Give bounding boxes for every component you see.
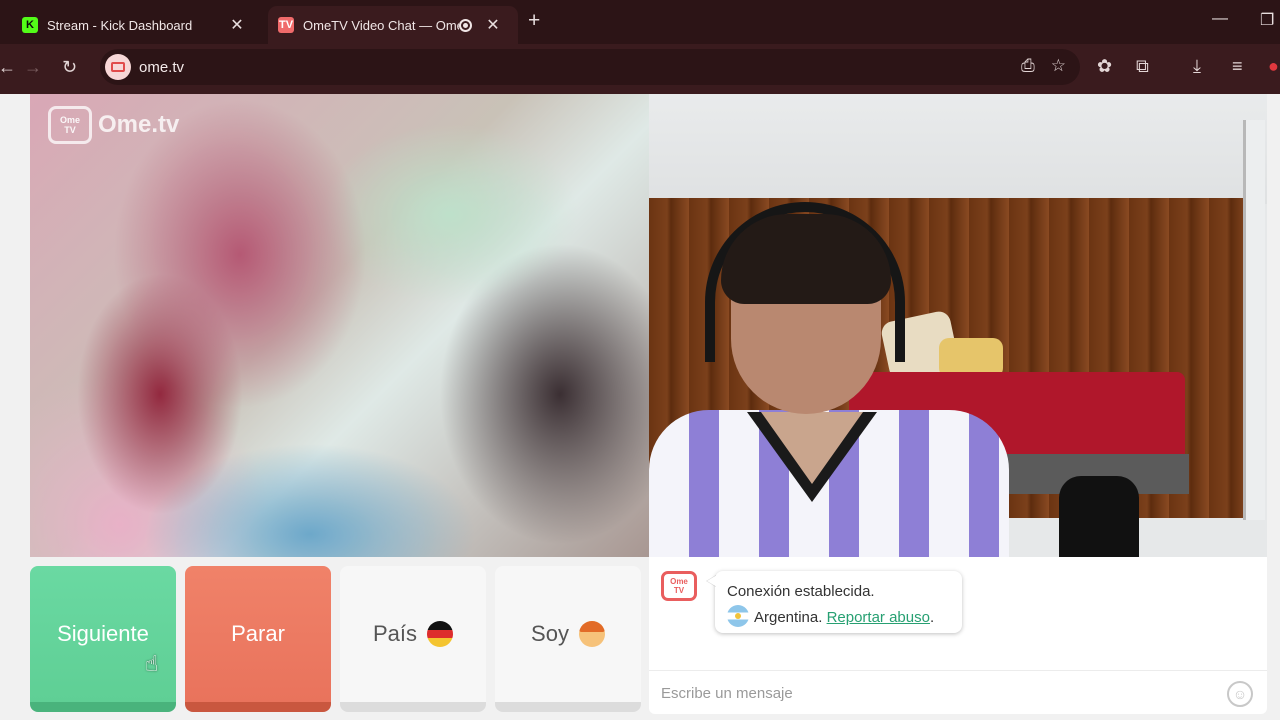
close-icon[interactable]: ✕	[482, 15, 504, 35]
profile-avatar[interactable]: ●	[1268, 56, 1279, 77]
local-webcam-video	[649, 94, 1267, 557]
ometv-logo-icon: TV	[278, 17, 294, 33]
tab-title: OmeTV Video Chat — Ome	[303, 17, 459, 33]
germany-flag-icon	[427, 621, 454, 647]
maximize-icon[interactable]: ❐	[1260, 10, 1274, 30]
logo-tv-text: Ome	[670, 577, 688, 586]
gender-button-label: Soy	[531, 621, 569, 646]
site-camera-icon[interactable]	[105, 54, 131, 80]
toolbar: ← → ↻ ome.tv ⎙ ☆ ✿ ⧉ ⤓ ≡ ●	[0, 44, 1280, 92]
recording-icon	[459, 18, 472, 32]
logo-tv-text: TV	[673, 586, 685, 595]
logo-tv-text: TV	[64, 125, 76, 135]
next-button-label: Siguiente	[57, 621, 149, 646]
minimize-icon[interactable]: —	[1212, 10, 1228, 28]
country-button-label: País	[372, 621, 418, 646]
ometv-page: Ome TV Ome.tv Siguiente Parar País Soy ☝	[0, 94, 1280, 720]
forward-icon[interactable]: →	[24, 57, 42, 78]
remote-video	[30, 94, 649, 557]
extensions-puzzle-icon[interactable]: ⧉	[1136, 56, 1149, 77]
logo-wordmark: Ome.tv	[98, 111, 180, 138]
gender-button[interactable]: Soy	[495, 566, 641, 712]
ometv-logo: Ome TV Ome.tv	[48, 106, 179, 144]
download-icon[interactable]: ⤓	[1193, 56, 1201, 77]
partner-country: Argentina.	[754, 609, 823, 626]
emoji-icon[interactable]: ☺	[1227, 681, 1253, 707]
address-bar[interactable]: ome.tv ⎙ ☆	[100, 49, 1080, 85]
browser-chrome: K Stream - Kick Dashboard ✕ TV OmeTV Vid…	[0, 0, 1280, 94]
system-message: Conexión establecida. Argentina. Reporta…	[715, 571, 962, 633]
ometv-chat-logo-icon: Ome TV	[661, 571, 697, 601]
report-abuse-link[interactable]: Reportar abuso	[827, 609, 930, 626]
kick-logo-icon: K	[22, 17, 38, 33]
tab-strip: K Stream - Kick Dashboard ✕ TV OmeTV Vid…	[0, 0, 1280, 44]
hand-cursor-icon: ☝	[145, 651, 159, 676]
reload-icon[interactable]: ↻	[62, 57, 77, 78]
new-tab-icon[interactable]: +	[528, 9, 540, 33]
close-icon[interactable]: ✕	[226, 15, 248, 35]
extension-cookie-icon[interactable]: ✿	[1097, 56, 1112, 77]
stop-button[interactable]: Parar	[185, 566, 331, 712]
report-suffix: .	[929, 609, 935, 626]
country-filter-button[interactable]: País	[340, 566, 486, 712]
back-icon[interactable]: ←	[0, 57, 16, 78]
stop-button-label: Parar	[231, 621, 285, 646]
chat-panel: Ome TV Conexión establecida. Argentina. …	[649, 557, 1267, 715]
bookmark-star-icon[interactable]: ☆	[1051, 56, 1066, 76]
connection-status: Conexión establecida.	[727, 583, 875, 600]
next-button[interactable]: Siguiente	[30, 566, 176, 712]
install-app-icon[interactable]: ⎙	[1021, 56, 1035, 76]
logo-tv-text: Ome	[59, 115, 80, 125]
tab-ometv[interactable]: TV OmeTV Video Chat — Ome ✕	[268, 6, 518, 44]
message-input[interactable]	[649, 671, 1209, 715]
media-control-icon[interactable]: ≡	[1232, 56, 1243, 77]
tab-kick-dashboard[interactable]: K Stream - Kick Dashboard ✕	[10, 6, 262, 44]
chat-input-bar: ☺	[649, 670, 1267, 715]
tab-title: Stream - Kick Dashboard	[47, 17, 193, 33]
url-text: ome.tv	[139, 58, 185, 76]
argentina-flag-icon	[727, 605, 749, 627]
boy-icon	[578, 621, 605, 647]
tv-logo-icon: Ome TV	[48, 106, 92, 144]
